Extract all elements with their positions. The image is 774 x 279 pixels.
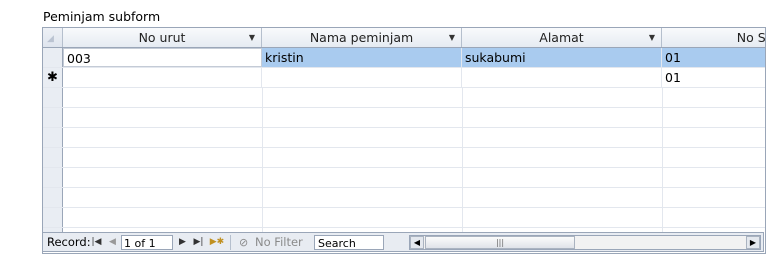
horizontal-scrollbar[interactable]: ◀ ||| ▶ [409, 235, 761, 250]
record-label: Record: [47, 235, 91, 249]
datasheet-grid: ◢ No urut ▼ Nama peminjam ▼ Alamat ▼ No … [42, 27, 766, 254]
empty-row [43, 148, 765, 168]
cell-no-seri[interactable]: 01 [662, 48, 765, 67]
cell-alamat[interactable]: sukabumi [462, 48, 662, 67]
column-header-nama-peminjam[interactable]: Nama peminjam ▼ [262, 28, 462, 47]
cell-no-seri[interactable]: 01 [662, 68, 765, 87]
cell-alamat[interactable] [462, 68, 662, 87]
dropdown-arrow-icon[interactable]: ▼ [649, 28, 655, 47]
no-filter-button[interactable]: No Filter [255, 235, 303, 250]
column-label: No Seri [736, 30, 766, 45]
column-label: Nama peminjam [309, 30, 414, 45]
separator [230, 235, 231, 250]
scroll-thumb[interactable]: ||| [425, 236, 575, 249]
empty-row [43, 168, 765, 188]
cell-nama-peminjam[interactable]: kristin [262, 48, 462, 67]
column-header-row: ◢ No urut ▼ Nama peminjam ▼ Alamat ▼ No … [43, 28, 766, 48]
cell-no-urut[interactable]: 003 [63, 48, 262, 67]
next-record-icon[interactable]: ▶ [177, 235, 188, 250]
select-all-corner[interactable]: ◢ [43, 28, 63, 47]
new-record-button-icon[interactable]: ▶✱ [209, 235, 225, 250]
column-divider [262, 88, 263, 232]
empty-row [43, 128, 765, 148]
new-record-icon[interactable]: ✱ [43, 68, 63, 87]
empty-row [43, 208, 765, 228]
empty-row [43, 188, 765, 208]
column-header-no-urut[interactable]: No urut ▼ [63, 28, 262, 47]
table-row[interactable]: 003 kristin sukabumi 01 [43, 48, 765, 68]
last-record-icon[interactable]: ▶| [193, 235, 204, 250]
corner-icon: ◢ [47, 34, 54, 44]
empty-row [43, 108, 765, 128]
column-label: Alamat [539, 30, 584, 45]
first-record-icon[interactable]: |◀ [91, 235, 102, 250]
column-header-no-seri[interactable]: No Seri [662, 28, 766, 47]
scroll-right-icon[interactable]: ▶ [746, 236, 760, 249]
cell-no-urut[interactable] [63, 68, 262, 87]
filter-icon: ⊘ [239, 236, 249, 249]
cell-nama-peminjam[interactable] [262, 68, 462, 87]
column-label: No urut [138, 30, 186, 45]
record-navigation-bar: Record: |◀ ◀ 1 of 1 ▶ ▶| ▶✱ ⊘ No Filter … [42, 232, 764, 252]
subform-title: Peminjam subform [43, 9, 161, 24]
new-record-row[interactable]: ✱ 01 [43, 68, 765, 88]
current-record-field[interactable]: 1 of 1 [121, 235, 173, 250]
search-input[interactable]: Search [314, 235, 384, 250]
empty-row [43, 88, 765, 108]
dropdown-arrow-icon[interactable]: ▼ [249, 28, 255, 47]
column-divider [662, 88, 663, 232]
scroll-left-icon[interactable]: ◀ [410, 236, 424, 249]
row-selector[interactable] [43, 48, 63, 67]
column-header-alamat[interactable]: Alamat ▼ [462, 28, 662, 47]
column-divider [462, 88, 463, 232]
dropdown-arrow-icon[interactable]: ▼ [449, 28, 455, 47]
previous-record-icon[interactable]: ◀ [107, 235, 118, 250]
